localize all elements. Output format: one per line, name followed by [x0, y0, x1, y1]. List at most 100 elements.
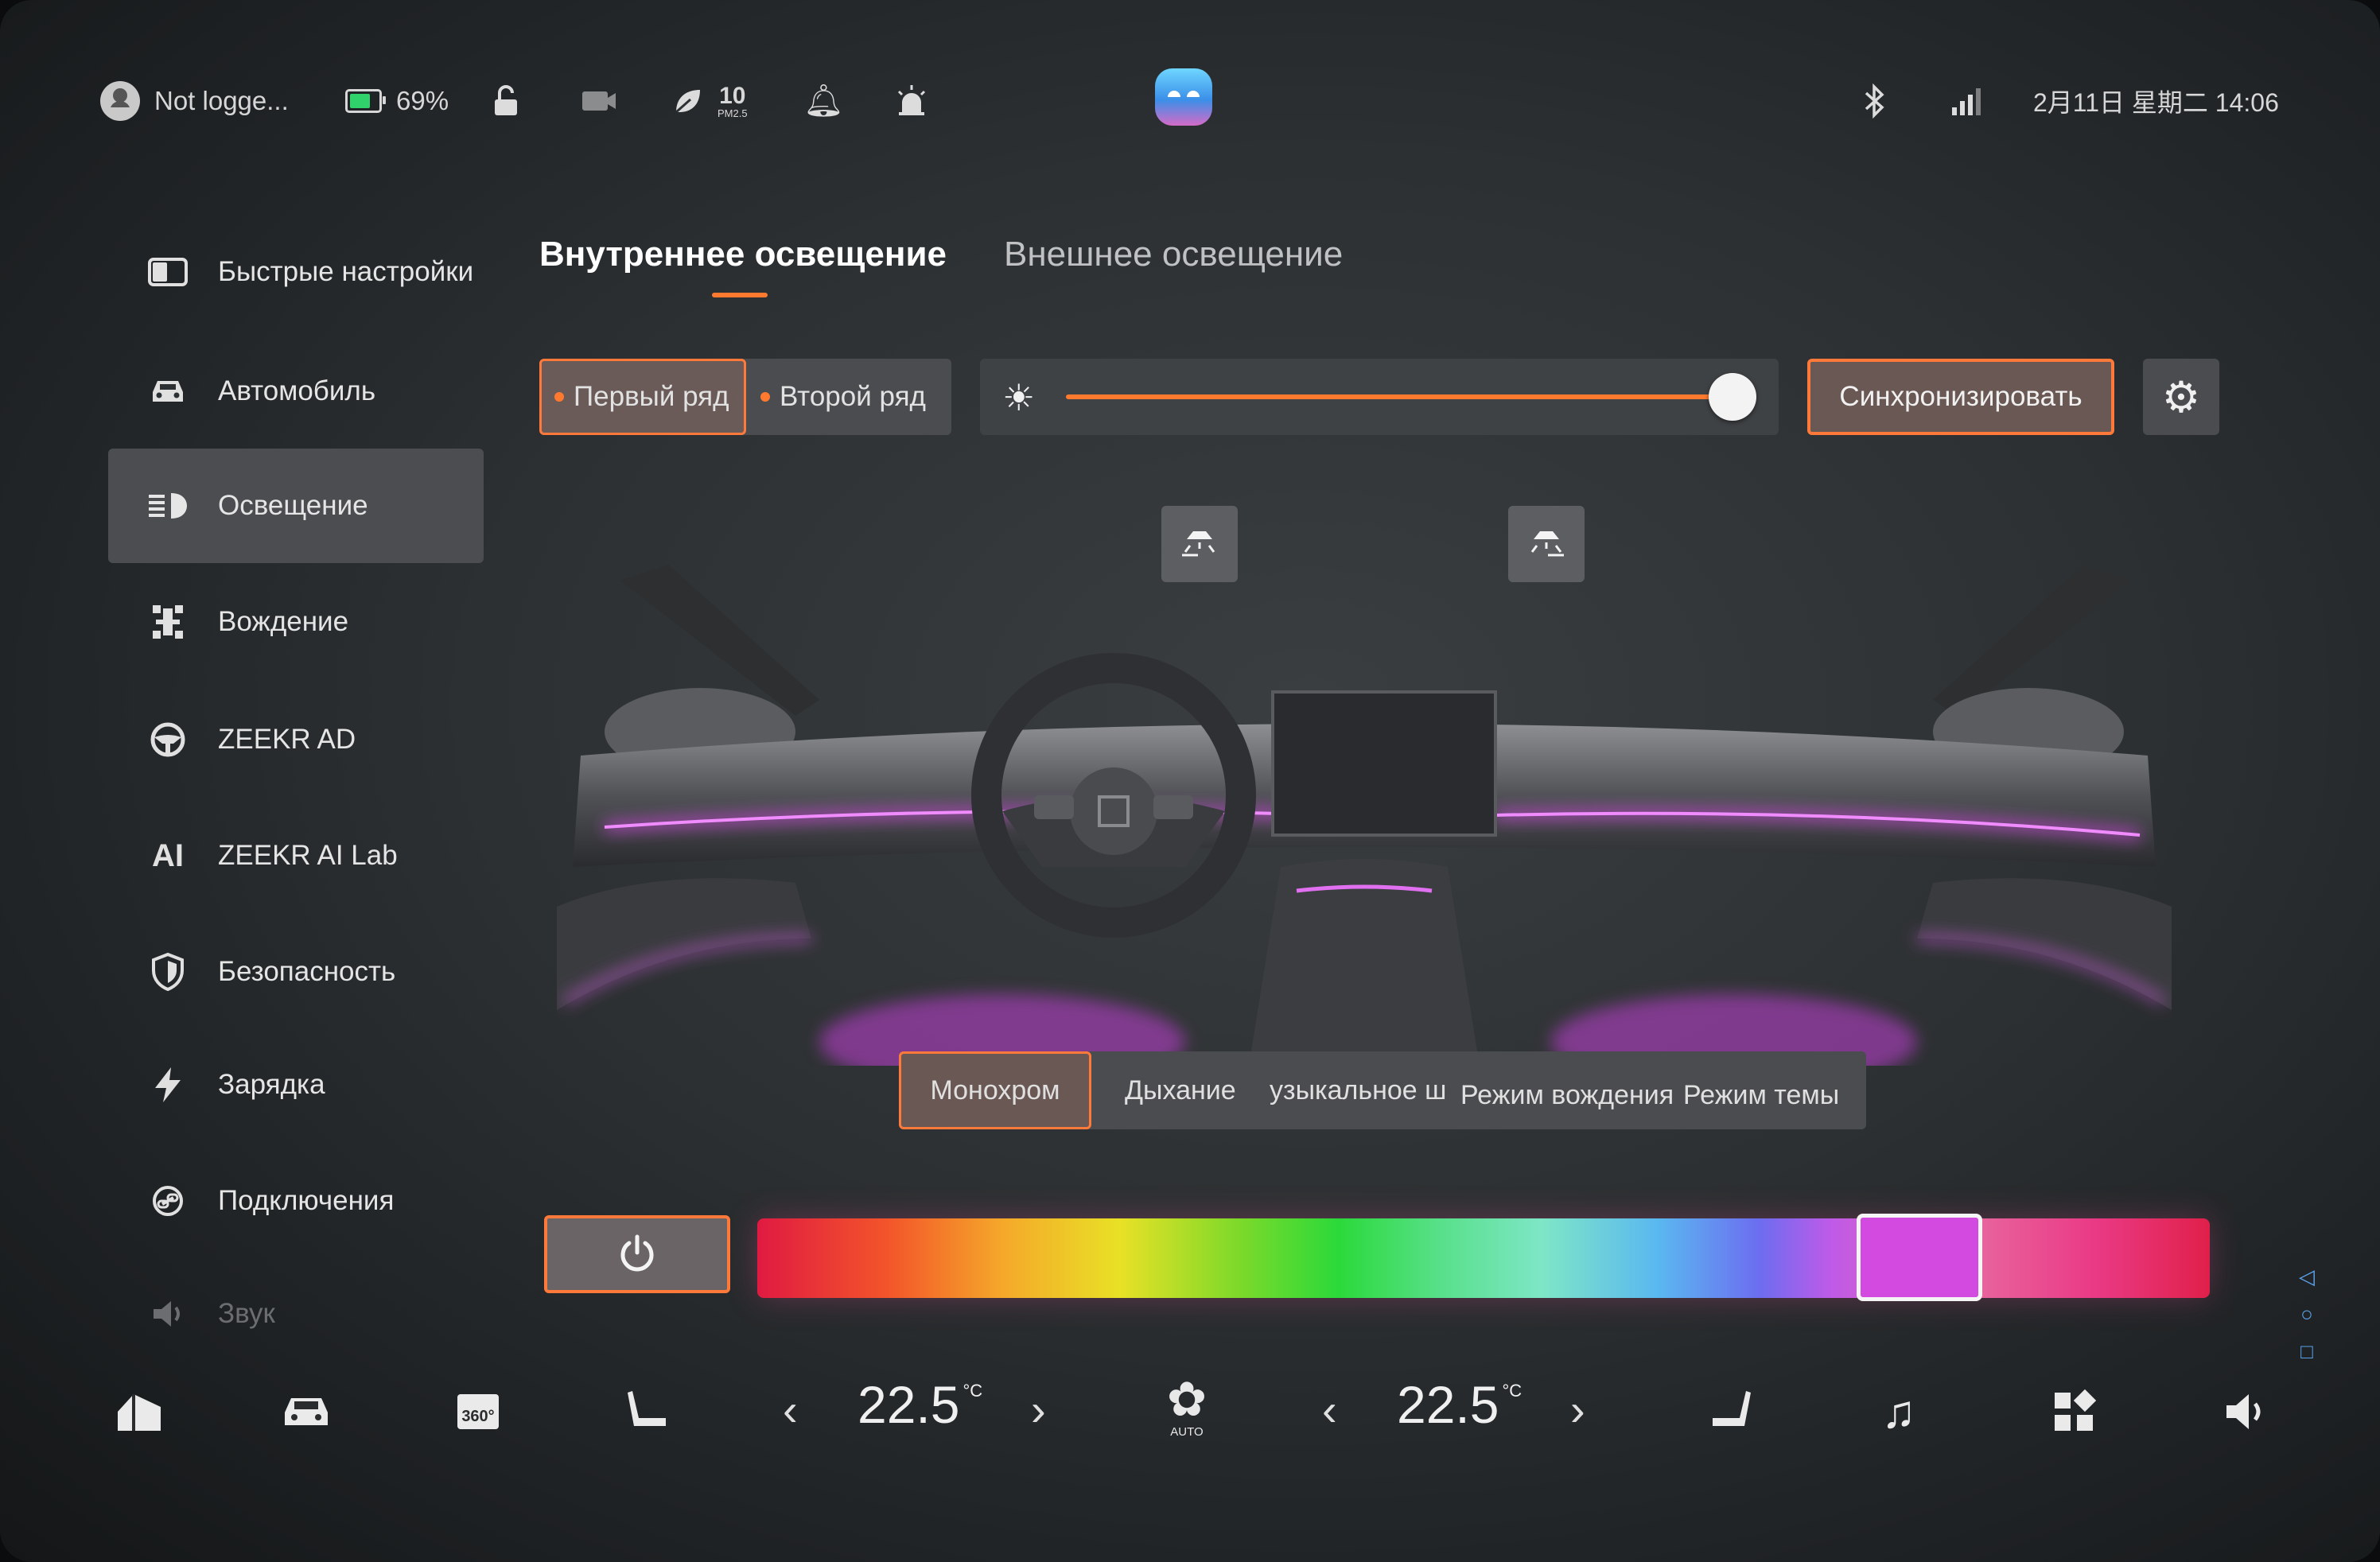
user-account[interactable]: Not logge...	[100, 73, 289, 129]
temp-unit: °C	[962, 1381, 983, 1401]
music-button[interactable]: ♫	[1871, 1376, 1927, 1447]
lighting-mode-selector: Монохром Дыхание узыкальное ш Режим вожд…	[899, 1051, 1866, 1129]
mode-music[interactable]: узыкальное ш	[1270, 1051, 1446, 1129]
home-circle-icon[interactable]: ○	[2300, 1302, 2313, 1327]
brightness-slider[interactable]: ☀	[980, 359, 1779, 435]
user-label: Not logge...	[154, 86, 289, 115]
sidebar-item-ai-lab[interactable]: AI ZEEKR AI Lab	[108, 798, 484, 913]
rear-reading-lamp-button[interactable]	[1508, 506, 1585, 582]
shield-icon	[132, 953, 204, 991]
quick-settings-icon	[132, 258, 204, 286]
dashcam-icon	[582, 91, 616, 111]
gear-icon: ⚙	[2161, 373, 2201, 422]
user-icon	[100, 81, 140, 121]
link-icon	[132, 1183, 204, 1218]
tab-interior-lighting[interactable]: Внутреннее освещение	[539, 235, 947, 274]
bluetooth-status[interactable]	[1861, 73, 1888, 129]
vehicle-button[interactable]	[278, 1376, 334, 1447]
power-icon	[620, 1234, 654, 1272]
car-icon	[132, 376, 204, 406]
passenger-seat-icon	[1713, 1391, 1751, 1426]
brightness-handle[interactable]	[1709, 373, 1757, 421]
alarm-icon	[897, 85, 926, 115]
sync-button[interactable]: Синхронизировать	[1807, 359, 2114, 435]
left-temp-increase[interactable]: ›	[1031, 1384, 1046, 1436]
left-temp: 22.5 °C	[858, 1374, 982, 1454]
sidebar-item-zeekr-ad[interactable]: ZEEKR AD	[108, 682, 484, 797]
color-selection-handle[interactable]	[1856, 1214, 1982, 1301]
sidebar-item-car[interactable]: Автомобиль	[108, 334, 484, 449]
ambient-power-button[interactable]	[544, 1215, 730, 1293]
pm-readout: 10 PM2.5	[718, 84, 748, 119]
row-selector: Первый ряд Второй ряд	[539, 359, 951, 435]
brightness-icon: ☀	[1002, 377, 1036, 418]
sidebar-item-security[interactable]: Безопасность	[108, 915, 484, 1029]
air-quality[interactable]: 10 PM2.5	[671, 73, 748, 129]
notifications[interactable]: 🔔︎	[803, 73, 844, 129]
row-option-label: Первый ряд	[574, 381, 729, 412]
apps-button[interactable]	[2046, 1376, 2102, 1447]
tab-exterior-lighting[interactable]: Внешнее освещение	[1004, 235, 1343, 274]
row-option-first[interactable]: Первый ряд	[539, 359, 746, 435]
volume-button[interactable]	[2219, 1376, 2275, 1447]
recents-icon[interactable]: □	[2300, 1339, 2313, 1364]
rear-reading-lamp-icon	[1530, 531, 1564, 557]
mode-breathing[interactable]: Дыхание	[1125, 1051, 1236, 1129]
volume-icon	[2226, 1394, 2261, 1429]
right-temp-increase[interactable]: ›	[1570, 1384, 1585, 1436]
sidebar-item-charging[interactable]: Зарядка	[108, 1028, 484, 1142]
assistant-icon[interactable]	[1155, 68, 1212, 126]
svg-text:360°: 360°	[461, 1408, 494, 1425]
status-bar: Not logge... 69% 10 PM2.5 🔔︎ 2月11日 星期二 1…	[0, 0, 2380, 159]
car-icon	[285, 1398, 328, 1425]
home-icon	[118, 1394, 161, 1431]
tab-active-indicator	[712, 293, 768, 297]
battery-icon	[345, 89, 386, 113]
right-temp-decrease[interactable]: ‹	[1322, 1384, 1337, 1436]
lock-icon	[495, 85, 517, 115]
alarm-status[interactable]	[894, 73, 929, 129]
camera-360-button[interactable]: 360°	[450, 1376, 506, 1447]
music-icon: ♫	[1881, 1385, 1916, 1438]
fan-button[interactable]: ✿ AUTO	[1155, 1376, 1219, 1440]
row-option-second[interactable]: Второй ряд	[760, 359, 951, 435]
mode-driving[interactable]: Режим вождения	[1460, 1056, 1674, 1134]
mode-theme[interactable]: Режим темы	[1683, 1056, 1839, 1134]
driver-seat-button[interactable]	[620, 1376, 676, 1447]
dashcam-status[interactable]	[581, 73, 617, 129]
color-spectrum-slider[interactable]	[757, 1218, 2210, 1298]
bell-icon: 🔔︎	[803, 84, 844, 119]
sidebar-item-quick-settings[interactable]: Быстрые настройки	[108, 215, 484, 329]
sidebar-item-label: Безопасность	[218, 956, 396, 987]
mode-monochrome[interactable]: Монохром	[899, 1051, 1091, 1129]
left-temp-decrease[interactable]: ‹	[783, 1384, 798, 1436]
back-icon[interactable]: ◁	[2299, 1265, 2315, 1289]
datetime: 2月11日 星期二 14:06	[2033, 88, 2279, 117]
sidebar-item-connections[interactable]: Подключения	[108, 1144, 484, 1258]
lightning-icon	[132, 1066, 204, 1104]
car-interior-illustration	[557, 565, 2172, 1066]
sidebar-item-driving[interactable]: Вождение	[108, 565, 484, 679]
sidebar-item-label: Вождение	[218, 606, 349, 637]
lock-status[interactable]	[488, 73, 523, 129]
right-temp-value: 22.5	[1397, 1375, 1499, 1434]
sidebar-item-label: Автомобиль	[218, 375, 376, 406]
front-reading-lamp-button[interactable]	[1161, 506, 1238, 582]
apps-icon	[2055, 1389, 2096, 1431]
sidebar-item-label: ZEEKR AI Lab	[218, 840, 398, 871]
driver-seat-icon	[628, 1391, 666, 1426]
bluetooth-icon	[1865, 84, 1884, 119]
sidebar-item-sound[interactable]: Звук	[108, 1257, 484, 1371]
passenger-seat-button[interactable]	[1702, 1376, 1758, 1447]
front-reading-lamp-icon	[1182, 531, 1215, 557]
sidebar-item-label: ZEEKR AD	[218, 724, 356, 755]
sidebar-item-label: Звук	[218, 1298, 275, 1329]
sidebar-item-lighting[interactable]: Освещение	[108, 449, 484, 563]
row-dot	[760, 392, 770, 402]
row-dot	[554, 392, 564, 402]
leaf-icon	[675, 90, 700, 114]
settings-button[interactable]: ⚙	[2143, 359, 2219, 435]
camera-360-icon: 360°	[457, 1394, 499, 1429]
home-button[interactable]	[111, 1376, 167, 1447]
sidebar-item-label: Освещение	[218, 490, 368, 521]
